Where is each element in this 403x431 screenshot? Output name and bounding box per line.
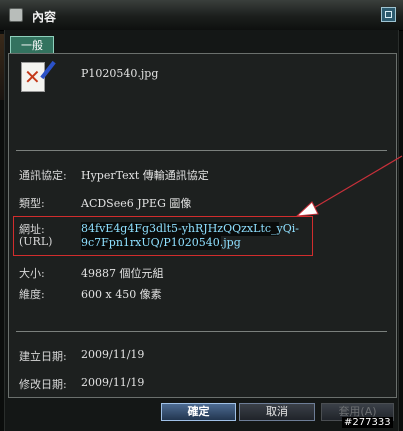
cancel-button[interactable]: 取消 [239, 403, 315, 421]
ok-button[interactable]: 確定 [161, 403, 236, 421]
annotation-arrow [295, 155, 403, 217]
watermark: #277333 [342, 417, 393, 428]
